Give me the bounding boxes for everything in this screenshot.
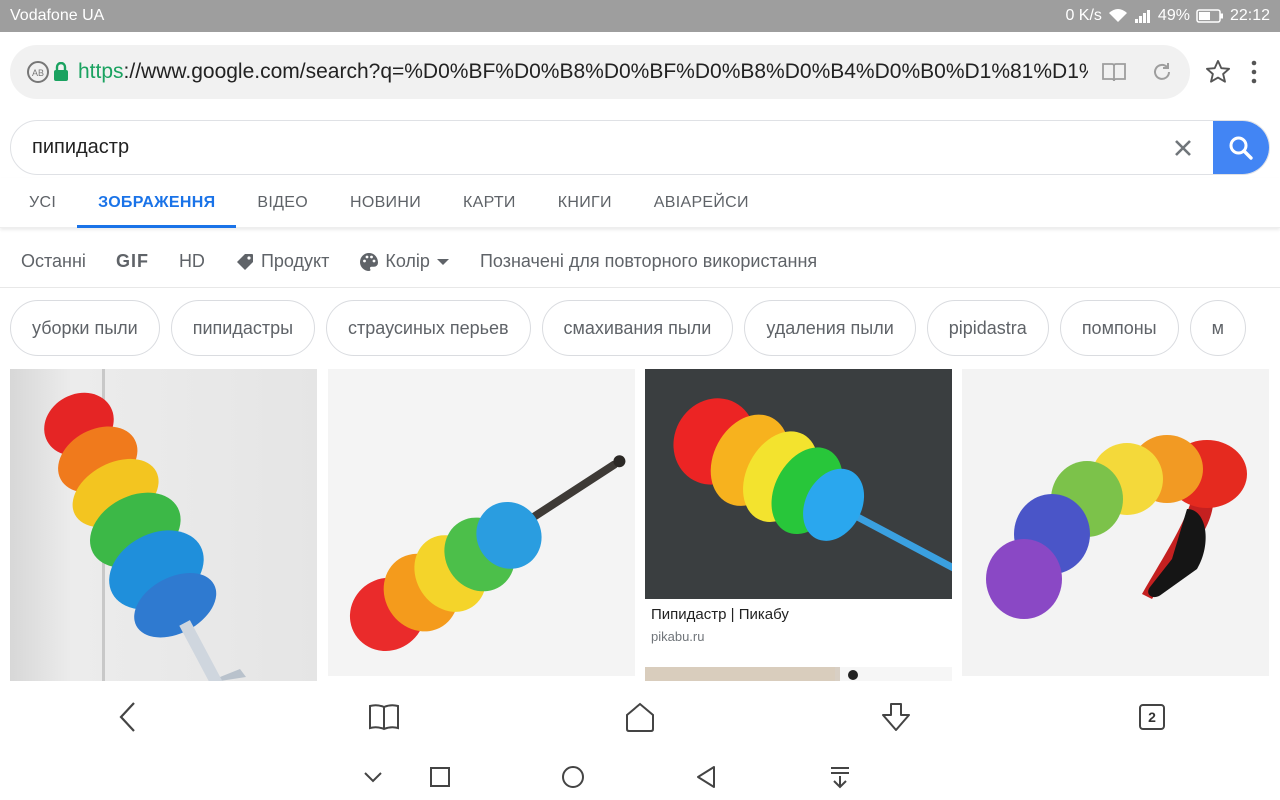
bookmark-star-icon[interactable] [1204, 58, 1232, 86]
system-navigation-bar [0, 753, 1280, 800]
home-button[interactable] [620, 697, 660, 737]
dropdown-arrow-icon [436, 258, 449, 265]
carrier-name: Vodafone UA [10, 7, 105, 24]
tool-reuse-label: Позначені для повторного використання [479, 251, 818, 271]
url-text[interactable]: https://www.google.com/search?q=%D0%BF%D… [78, 60, 1088, 84]
square-icon [430, 767, 450, 787]
image-caption[interactable]: Пипидастр | Пикабу pikabu.ru [651, 606, 951, 644]
chip-related-search[interactable]: страусиных перьев [326, 300, 531, 356]
browser-bottom-toolbar: 2 [0, 681, 1280, 753]
status-bar: Vodafone UA 0 K/s 49% 22:12 [0, 0, 1280, 32]
pull-down-icon [831, 767, 849, 789]
download-icon [882, 703, 910, 731]
tool-product[interactable]: Продукт [235, 251, 329, 272]
address-bar[interactable]: AB https://www.google.com/search?q=%D0%B… [10, 45, 1190, 99]
image-result-duster-dark[interactable] [645, 369, 952, 599]
image-result-duster-wall[interactable] [10, 369, 317, 681]
chip-related-search[interactable]: пипидастры [170, 300, 316, 356]
image-result-rainbow-tail[interactable] [962, 369, 1269, 676]
tab-books[interactable]: КНИГИ [537, 178, 633, 228]
wifi-icon [1108, 9, 1127, 22]
circle-icon [562, 766, 584, 788]
search-tabs: УСІ ЗОБРАЖЕННЯ ВІДЕО НОВИНИ КАРТИ КНИГИ … [0, 178, 1280, 228]
tool-product-label: Продукт [260, 251, 330, 271]
adblock-icon[interactable]: AB [24, 58, 52, 86]
tool-hd[interactable]: HD [179, 251, 205, 272]
tab-maps[interactable]: КАРТИ [442, 178, 537, 228]
tab-video[interactable]: ВІДЕО [236, 178, 329, 228]
palette-icon [360, 252, 379, 271]
reload-icon[interactable] [1148, 58, 1176, 86]
svg-text:AB: AB [32, 68, 44, 78]
search-box: пипидастр [10, 120, 1270, 175]
battery-icon [1196, 9, 1223, 23]
chevron-left-icon [119, 702, 135, 732]
tool-hd-label: HD [178, 251, 205, 271]
tabs-button[interactable]: 2 [1132, 697, 1172, 737]
chip-related-search[interactable]: м [1189, 300, 1246, 356]
nav-back-button[interactable] [694, 765, 718, 789]
back-button[interactable] [108, 697, 148, 737]
reader-mode-icon[interactable] [1100, 58, 1128, 86]
caption-site: pikabu.ru [651, 629, 705, 644]
bookmarks-button[interactable] [364, 697, 404, 737]
nav-home-button[interactable] [561, 765, 585, 789]
chip-related-search[interactable]: удаления пыли [744, 300, 916, 356]
nav-recents-button[interactable] [428, 765, 452, 789]
signal-icon [1134, 10, 1150, 23]
chip-related-search[interactable]: pipidastra [926, 300, 1049, 356]
chevron-down-icon [364, 772, 382, 783]
home-icon [626, 702, 654, 732]
network-speed: 0 K/s [1065, 7, 1102, 24]
browser-address-area: AB https://www.google.com/search?q=%D0%B… [0, 32, 1280, 112]
overflow-menu-icon[interactable] [1244, 58, 1264, 86]
chip-related-search[interactable]: уборки пыли [10, 300, 160, 356]
nav-notifications-button[interactable] [828, 765, 852, 789]
url-scheme: https [78, 60, 124, 83]
tool-color[interactable]: Колір [359, 251, 450, 272]
triangle-back-icon [697, 766, 715, 788]
image-result-partial[interactable] [645, 667, 952, 681]
related-searches-chips: уборки пыли пипидастры страусиных перьев… [10, 300, 1280, 356]
caption-title: Пипидастр | Пикабу [651, 606, 789, 623]
search-input[interactable]: пипидастр [11, 136, 1163, 159]
tab-flights[interactable]: АВІАРЕЙСИ [633, 178, 770, 228]
tab-count-badge: 2 [1139, 704, 1165, 730]
battery-percent: 49% [1157, 7, 1190, 24]
tab-images[interactable]: ЗОБРАЖЕННЯ [77, 178, 237, 228]
download-button[interactable] [876, 697, 916, 737]
url-path: ://www.google.com/search?q=%D0%BF%D0%B8%… [123, 60, 1088, 83]
close-icon [1175, 139, 1191, 156]
search-icon [1229, 136, 1253, 160]
clear-search-button[interactable] [1163, 128, 1203, 168]
tool-gif[interactable]: GIF [116, 251, 149, 272]
tool-recent[interactable]: Останні [21, 251, 86, 272]
tab-news[interactable]: НОВИНИ [329, 178, 442, 228]
tool-recent-label: Останні [21, 251, 86, 271]
nav-collapse-button[interactable] [361, 765, 385, 789]
tab-all[interactable]: УСІ [8, 178, 77, 228]
search-button[interactable] [1213, 121, 1269, 174]
chip-related-search[interactable]: помпоны [1059, 300, 1179, 356]
tool-gif-label: GIF [115, 251, 149, 271]
tool-reuse[interactable]: Позначені для повторного використання [480, 251, 817, 272]
lock-icon [52, 58, 70, 86]
image-result-duster-handle[interactable] [328, 369, 635, 676]
image-tools-bar: Останні GIF HD Продукт Колір Позначені д… [0, 236, 1280, 288]
tag-icon [236, 253, 253, 270]
tool-color-label: Колір [385, 251, 430, 271]
clock: 22:12 [1229, 7, 1270, 24]
book-icon [369, 704, 399, 731]
chip-related-search[interactable]: смахивания пыли [541, 300, 734, 356]
image-results-grid: Пипидастр | Пикабу pikabu.ru [0, 369, 1280, 681]
